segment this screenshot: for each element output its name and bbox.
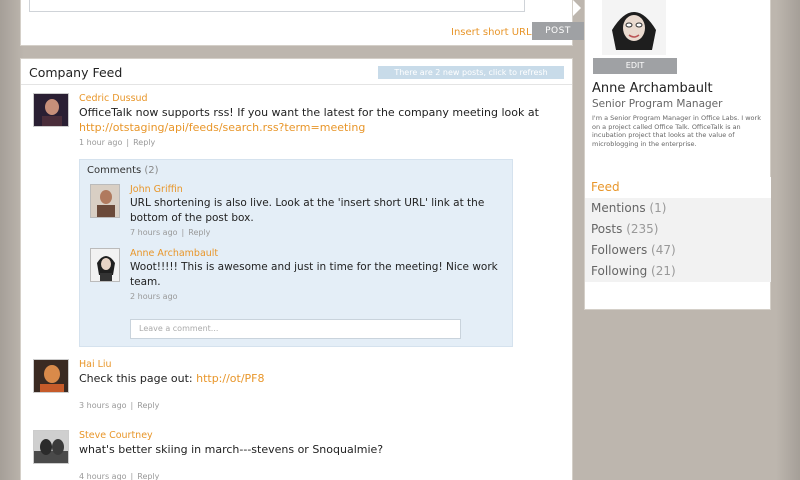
nav-item-label: Posts xyxy=(591,222,623,236)
avatar[interactable] xyxy=(33,93,69,127)
feed-title: Company Feed xyxy=(29,65,123,80)
profile-nav: Feed Mentions (1) Posts (235) Followers … xyxy=(585,177,771,282)
avatar[interactable] xyxy=(33,430,69,464)
avatar[interactable] xyxy=(90,248,120,282)
profile-panel: EDIT Anne Archambault Senior Program Man… xyxy=(584,0,771,310)
reply-link[interactable]: Reply xyxy=(137,401,159,410)
comments-count: (2) xyxy=(144,165,159,176)
reply-link[interactable]: Reply xyxy=(188,228,210,237)
reply-link[interactable]: Reply xyxy=(133,138,155,147)
comment-text: URL shortening is also live. Look at the… xyxy=(130,197,485,224)
post-time: 3 hours ago xyxy=(79,401,127,410)
post-meta: 1 hour ago | Reply xyxy=(79,138,156,147)
post-author[interactable]: Hai Liu xyxy=(79,359,549,371)
insert-short-url-link[interactable]: Insert short URL xyxy=(451,27,532,38)
post-link[interactable]: http://otstaging/api/feeds/search.rss?te… xyxy=(79,121,365,134)
nav-item-label: Following xyxy=(591,264,648,278)
post-author[interactable]: Cedric Dussud xyxy=(79,93,549,105)
post-text-body: OfficeTalk now supports rss! If you want… xyxy=(79,106,539,119)
nav-item-following[interactable]: Following (21) xyxy=(585,261,771,282)
comment-author[interactable]: John Griffin xyxy=(130,184,505,196)
nav-item-followers[interactable]: Followers (47) xyxy=(585,240,771,261)
profile-name: Anne Archambault xyxy=(592,81,713,96)
post-time: 4 hours ago xyxy=(79,472,127,480)
comments-label: Comments xyxy=(87,165,142,176)
reply-link[interactable]: Reply xyxy=(137,472,159,480)
post-text: Check this page out: http://ot/PF8 xyxy=(79,371,549,386)
nav-item-count: (235) xyxy=(626,222,659,236)
post-button[interactable]: POST xyxy=(532,22,584,40)
edit-profile-button[interactable]: EDIT xyxy=(593,58,677,74)
post-input[interactable] xyxy=(29,0,525,12)
nav-item-mentions[interactable]: Mentions (1) xyxy=(585,198,771,219)
nav-item-count: (1) xyxy=(649,201,667,215)
comment-author[interactable]: Anne Archambault xyxy=(130,248,505,260)
nav-item-count: (21) xyxy=(651,264,676,278)
profile-title: Senior Program Manager xyxy=(592,98,723,110)
profile-photo[interactable] xyxy=(602,0,666,55)
nav-item-count: (47) xyxy=(651,243,676,257)
nav-item-feed[interactable]: Feed xyxy=(585,177,771,198)
comment-input[interactable]: Leave a comment... xyxy=(130,319,461,339)
composer-arrow xyxy=(573,0,581,16)
post-author[interactable]: Steve Courtney xyxy=(79,430,549,442)
nav-item-label: Mentions xyxy=(591,201,646,215)
post-time: 1 hour ago xyxy=(79,138,123,147)
nav-item-posts[interactable]: Posts (235) xyxy=(585,219,771,240)
profile-bio: I'm a Senior Program Manager in Office L… xyxy=(592,114,761,148)
post-link[interactable]: http://ot/PF8 xyxy=(196,372,264,385)
nav-item-label: Followers xyxy=(591,243,648,257)
refresh-notice[interactable]: There are 2 new posts, click to refresh xyxy=(378,66,564,79)
post-meta: 4 hours ago | Reply xyxy=(79,472,160,480)
avatar[interactable] xyxy=(33,359,69,393)
comment-meta: 7 hours ago | Reply xyxy=(130,228,211,237)
post-text: OfficeTalk now supports rss! If you want… xyxy=(79,105,549,135)
comment-text: Woot!!!!! This is awesome and just in ti… xyxy=(130,261,498,288)
nav-item-label: Feed xyxy=(591,180,620,194)
comment-time: 2 hours ago xyxy=(130,292,178,301)
post-text-body: Check this page out: xyxy=(79,372,193,385)
feed-header: Company Feed There are 2 new posts, clic… xyxy=(21,59,572,85)
company-feed-panel: Company Feed There are 2 new posts, clic… xyxy=(20,58,573,480)
comments-section: Comments (2) John Griffin URL shortening… xyxy=(79,159,513,347)
post-meta: 3 hours ago | Reply xyxy=(79,401,160,410)
avatar[interactable] xyxy=(90,184,120,218)
post-composer: Insert short URL POST xyxy=(20,0,584,46)
comment-time: 7 hours ago xyxy=(130,228,178,237)
comments-header: Comments (2) xyxy=(87,165,159,176)
post-text: what's better skiing in march---stevens … xyxy=(79,443,384,456)
